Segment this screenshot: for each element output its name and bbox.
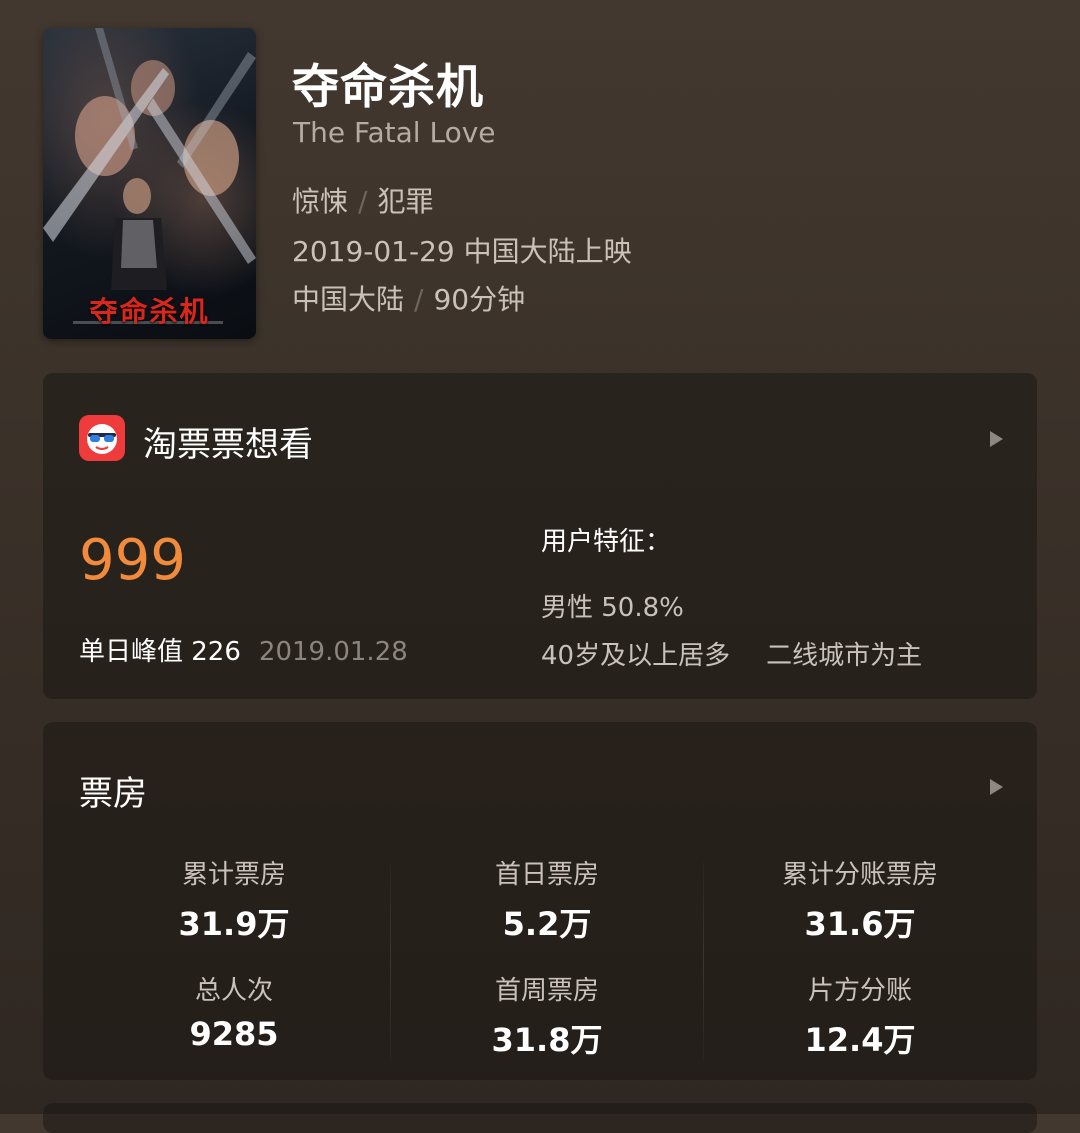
user-feature-tags: 40岁及以上居多 二线城市为主 [541, 635, 922, 672]
chevron-right-icon[interactable] [990, 431, 1003, 447]
daily-peak-label: 单日峰值 226 [79, 637, 241, 667]
movie-region: 中国大陆 [292, 283, 405, 316]
stat-cumulative-box-office: 累计票房 31.9万 [84, 854, 384, 945]
stat-label: 累计票房 [181, 860, 286, 890]
stat-label: 累计分账票房 [781, 860, 938, 890]
separator: / [358, 185, 368, 218]
stat-label: 首周票房 [494, 976, 599, 1006]
movie-duration: 90分钟 [433, 283, 526, 316]
stat-value: 9285 [189, 1015, 279, 1053]
stat-value: 31.9万 [178, 905, 290, 943]
stat-label: 片方分账 [807, 976, 912, 1006]
daily-peak-date: 2019.01.28 [258, 637, 408, 667]
movie-genres: 惊悚 / 犯罪 [292, 180, 433, 220]
stat-label: 总人次 [194, 976, 273, 1006]
chevron-right-icon[interactable] [990, 779, 1003, 795]
user-age-tag: 40岁及以上居多 [541, 641, 731, 671]
stat-total-admissions: 总人次 9285 [84, 970, 384, 1053]
movie-region-duration: 中国大陆 / 90分钟 [292, 278, 525, 318]
movie-poster[interactable]: 夺命杀机 [43, 28, 256, 339]
stat-label: 首日票房 [494, 860, 599, 890]
separator: / [414, 283, 424, 316]
want-count: 999 [79, 528, 186, 593]
movie-english-title: The Fatal Love [293, 116, 496, 149]
movie-title: 夺命杀机 [292, 60, 484, 115]
stat-value: 5.2万 [502, 905, 592, 943]
stat-first-day-box-office: 首日票房 5.2万 [397, 854, 697, 945]
column-divider [703, 862, 704, 1062]
user-features-title: 用户特征： [541, 527, 672, 557]
movie-release-date: 2019-01-29 中国大陆上映 [292, 235, 632, 268]
next-card-edge [43, 1103, 1037, 1133]
want-to-watch-title: 淘票票想看 [143, 425, 313, 465]
user-gender-stat: 男性 50.8% [541, 593, 684, 623]
stat-cumulative-split-box-office: 累计分账票房 31.6万 [710, 854, 1010, 945]
want-to-watch-card[interactable]: 淘票票想看 999 单日峰值 226 2019.01.28 用户特征： 男性 50… [43, 373, 1037, 699]
column-divider [390, 862, 391, 1062]
genre-tag: 犯罪 [377, 185, 434, 218]
taopiaopiao-logo-icon [79, 415, 125, 461]
stat-value: 12.4万 [804, 1021, 916, 1059]
daily-peak: 单日峰值 226 2019.01.28 [79, 631, 408, 668]
box-office-card[interactable]: 票房 累计票房 31.9万 首日票房 5.2万 累计分账票房 31.6万 总人次… [43, 722, 1037, 1080]
genre-tag: 惊悚 [292, 185, 349, 218]
stat-value: 31.6万 [804, 905, 916, 943]
user-city-tag: 二线城市为主 [766, 641, 923, 671]
poster-title-text: 夺命杀机 [89, 295, 210, 328]
stat-producer-split: 片方分账 12.4万 [710, 970, 1010, 1061]
stat-first-week-box-office: 首周票房 31.8万 [397, 970, 697, 1061]
box-office-title: 票房 [79, 774, 147, 814]
stat-value: 31.8万 [491, 1021, 603, 1059]
